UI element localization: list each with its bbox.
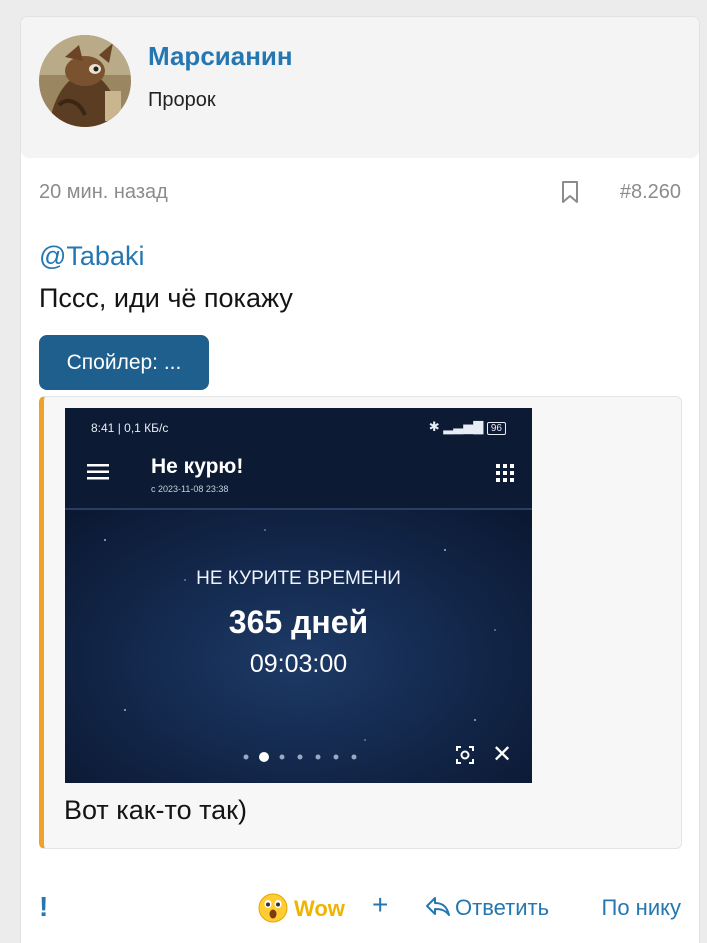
wow-emoji-icon: [258, 893, 288, 923]
bookmark-icon[interactable]: [561, 180, 579, 204]
reply-by-nick-button[interactable]: По нику: [602, 895, 681, 921]
page-indicator-dots: [243, 752, 357, 762]
spoiler-button[interactable]: Спойлер: ...: [39, 335, 209, 390]
user-title: Пророк: [148, 89, 216, 111]
battery-icon: 96: [486, 422, 506, 435]
page-dot: [351, 754, 357, 760]
message-text: Пссс, иди чё покажу: [39, 283, 293, 313]
reply-label: Ответить: [455, 895, 550, 920]
add-reaction-button[interactable]: +: [372, 889, 388, 921]
timer-time: 09:03:00: [249, 650, 348, 678]
caption-text: Вот как-то так): [64, 795, 247, 825]
user-mention[interactable]: @Tabaki: [39, 241, 144, 272]
close-icon: ✕: [492, 741, 513, 768]
reply-icon: [426, 897, 450, 916]
martian-avatar-icon: [39, 35, 131, 127]
stars-decoration: [104, 529, 496, 741]
report-icon[interactable]: !: [39, 891, 48, 923]
screenshot-icon: [456, 746, 474, 764]
page-dot: [297, 754, 303, 760]
post-time[interactable]: 20 мин. назад: [39, 181, 168, 204]
page-dot: [333, 754, 339, 760]
page-dot: [279, 754, 285, 760]
spoiler-content: 8:41 | 0,1 КБ/с ✱ ▂▃▅▇ 96 Не курю! с 202…: [39, 396, 682, 849]
app-title: Не курю!: [151, 455, 244, 478]
post-number[interactable]: #8.260: [620, 181, 681, 204]
phone-app-bar: Не курю! с 2023-11-08 23:38: [65, 448, 532, 508]
status-time: 8:41 | 0,1 КБ/с: [91, 421, 169, 435]
page-dot: [243, 754, 249, 760]
app-subtitle: с 2023-11-08 23:38: [151, 484, 229, 494]
grid-icon: [496, 464, 514, 482]
hamburger-menu-icon: [87, 464, 109, 480]
bluetooth-icon: ✱: [428, 419, 440, 434]
page-dot: [259, 752, 269, 762]
phone-status-bar: 8:41 | 0,1 КБ/с ✱ ▂▃▅▇ 96: [65, 408, 532, 448]
author-block: Марсианин Пророк: [21, 17, 699, 158]
avatar[interactable]: [39, 35, 131, 127]
username[interactable]: Марсианин: [148, 41, 293, 72]
post-card: Марсианин Пророк 20 мин. назад #8.260 @T…: [20, 16, 700, 943]
signal-icon: ▂▃▅▇: [443, 419, 484, 434]
space-background: [65, 510, 532, 783]
reaction-label: Wow: [294, 896, 345, 921]
post-footer: ! Wow + Ответить По нику: [21, 879, 699, 929]
page-dot: [315, 754, 321, 760]
timer-days: 365 дней: [228, 604, 369, 640]
attached-screenshot[interactable]: 8:41 | 0,1 КБ/с ✱ ▂▃▅▇ 96 Не курю! с 202…: [65, 408, 532, 783]
timer-heading: НЕ КУРИТЕ ВРЕМЕНИ: [196, 568, 401, 589]
status-icons: ✱ ▂▃▅▇ 96: [429, 419, 506, 435]
